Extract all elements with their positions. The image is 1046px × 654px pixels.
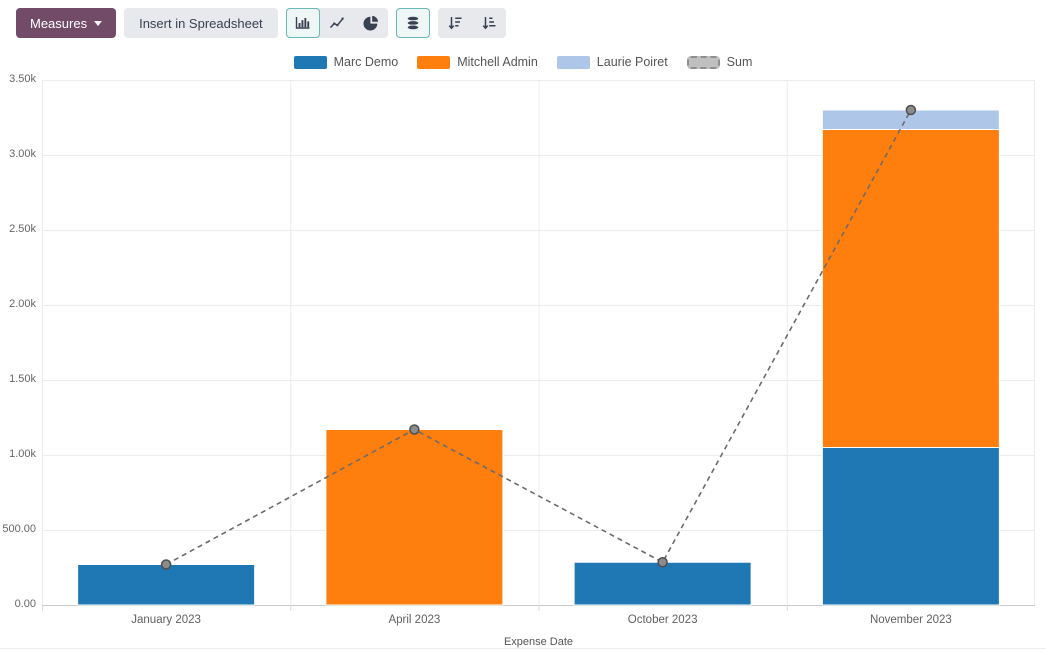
stacked-database-icon	[405, 15, 421, 31]
chart-type-group	[286, 8, 388, 38]
stacked-toggle-button[interactable]	[396, 8, 430, 38]
sort-group	[438, 8, 506, 38]
bar-chart-button[interactable]	[286, 8, 320, 38]
x-axis-labels: January 2023April 2023October 2023Novemb…	[42, 614, 1035, 626]
sort-ascending-button[interactable]	[472, 8, 506, 38]
y-tick-label: 0.00	[0, 598, 36, 610]
legend-label: Marc Demo	[334, 55, 399, 69]
y-tick-label: 2.00k	[0, 298, 36, 310]
footer-divider	[0, 648, 1046, 649]
legend-label: Sum	[727, 55, 753, 69]
legend-swatch	[294, 56, 327, 69]
bar-segment[interactable]	[326, 430, 503, 606]
sort-descending-button[interactable]	[438, 8, 472, 38]
x-tick-label: April 2023	[290, 614, 538, 626]
y-tick-label: 2.50k	[0, 223, 36, 235]
x-tick-label: October 2023	[539, 614, 787, 626]
bar-segment[interactable]	[822, 448, 999, 606]
legend-swatch	[417, 56, 450, 69]
bar-chart-plot	[42, 80, 1035, 614]
legend-item-sum[interactable]: Sum	[687, 55, 753, 69]
x-axis-title: Expense Date	[42, 636, 1035, 648]
legend: Marc Demo Mitchell Admin Laurie Poiret Sum	[0, 55, 1046, 69]
sum-point[interactable]	[410, 425, 419, 434]
insert-in-spreadsheet-button[interactable]: Insert in Spreadsheet	[124, 8, 278, 38]
legend-label: Laurie Poiret	[597, 55, 668, 69]
chevron-down-icon	[94, 21, 102, 26]
pie-chart-icon	[363, 15, 379, 31]
toolbar: Measures Insert in Spreadsheet	[0, 0, 1046, 46]
stacked-group	[396, 8, 430, 38]
bar-segment[interactable]	[822, 130, 999, 448]
y-axis-labels: 0.00 500.00 1.00k 1.50k 2.00k 2.50k 3.00k 3.50k	[0, 76, 38, 616]
bar-segment[interactable]	[78, 565, 255, 606]
insert-in-spreadsheet-label: Insert in Spreadsheet	[139, 16, 263, 31]
sort-descending-icon	[447, 15, 463, 31]
measures-button-label: Measures	[30, 16, 87, 31]
chart-region: 0.00 500.00 1.00k 1.50k 2.00k 2.50k 3.00k 3.50k…	[0, 76, 1046, 654]
line-chart-button[interactable]	[320, 8, 354, 38]
sum-point[interactable]	[162, 560, 171, 569]
sum-point[interactable]	[906, 106, 915, 115]
y-tick-label: 1.00k	[0, 448, 36, 460]
sort-ascending-icon	[481, 15, 497, 31]
y-tick-label: 3.00k	[0, 148, 36, 160]
legend-item-mitchell-admin[interactable]: Mitchell Admin	[417, 55, 538, 69]
x-tick-label: November 2023	[787, 614, 1035, 626]
measures-button[interactable]: Measures	[16, 8, 116, 38]
line-chart-icon	[329, 15, 345, 31]
bar-chart-icon	[295, 15, 311, 31]
chart-view: Measures Insert in Spreadsheet	[0, 0, 1046, 654]
legend-label: Mitchell Admin	[457, 55, 538, 69]
legend-item-marc-demo[interactable]: Marc Demo	[294, 55, 399, 69]
x-tick-label: January 2023	[42, 614, 290, 626]
legend-item-laurie-poiret[interactable]: Laurie Poiret	[557, 55, 668, 69]
legend-swatch	[687, 56, 720, 69]
y-tick-label: 3.50k	[0, 73, 36, 85]
pie-chart-button[interactable]	[354, 8, 388, 38]
legend-swatch	[557, 56, 590, 69]
bar-segment[interactable]	[574, 562, 751, 605]
y-tick-label: 1.50k	[0, 373, 36, 385]
y-tick-label: 500.00	[0, 523, 36, 535]
sum-point[interactable]	[658, 558, 667, 567]
